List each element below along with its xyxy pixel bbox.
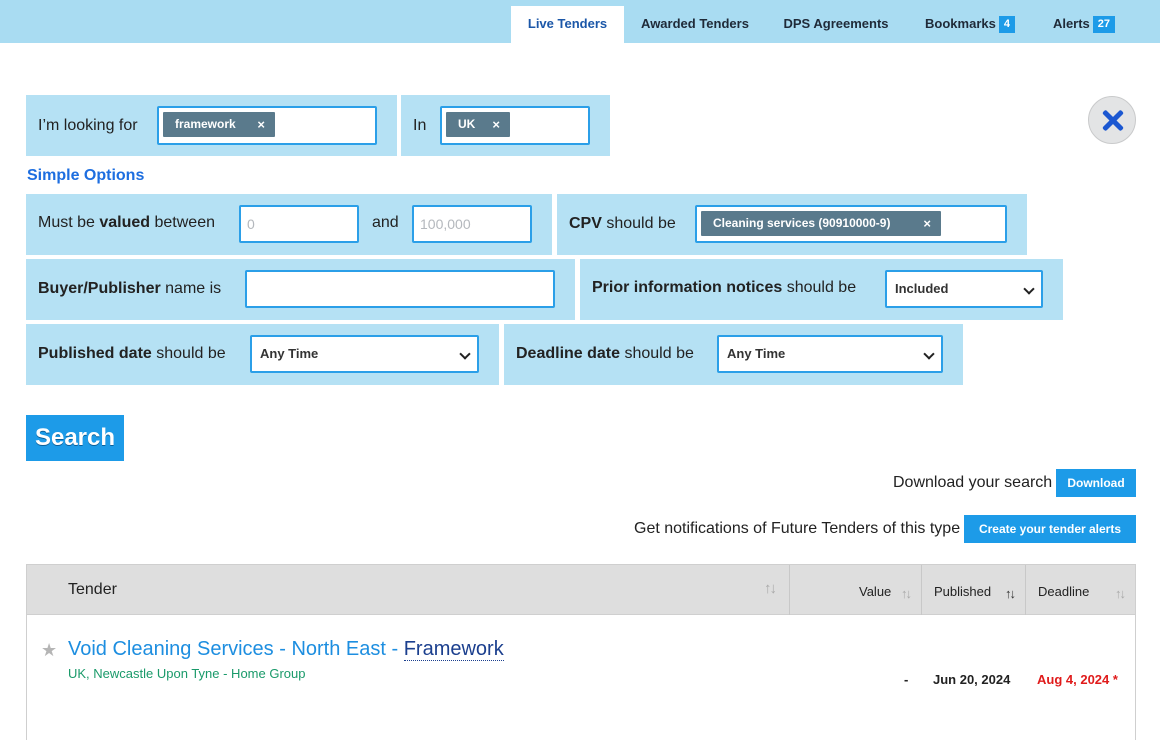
tender-subtitle: UK, Newcastle Upon Tyne - Home Group — [68, 666, 306, 681]
value-filter-panel: Must be valued between 0 and 100,000 — [26, 194, 552, 255]
label-bold: Prior information notices — [592, 279, 783, 296]
label-text: Must be — [38, 214, 100, 231]
tender-published: Jun 20, 2024 — [933, 672, 1011, 687]
tender-title-link[interactable]: Void Cleaning Services - North East - Fr… — [68, 638, 504, 661]
keyword-chip-label: framework — [175, 117, 236, 131]
published-date-select[interactable]: Any Time — [250, 335, 479, 373]
deadline-date-select[interactable]: Any Time — [717, 335, 943, 373]
tender-deadline: Aug 4, 2024 * — [1037, 672, 1118, 687]
bookmarks-count-badge: 4 — [998, 16, 1015, 33]
tab-label: Live Tenders — [527, 16, 608, 31]
published-date-value: Any Time — [260, 346, 319, 361]
label-bold: Deadline date — [516, 345, 621, 362]
label-text: between — [150, 214, 215, 231]
max-value-placeholder: 100,000 — [420, 216, 471, 232]
tab-label: Bookmarks — [925, 16, 996, 31]
alerts-cta-text: Get notifications of Future Tenders of t… — [634, 520, 961, 537]
remove-chip-icon[interactable]: × — [257, 112, 265, 137]
column-label: Published — [934, 584, 992, 599]
tab-label: Awarded Tenders — [641, 16, 749, 31]
column-header-tender[interactable]: Tender ↑↓ — [27, 565, 789, 615]
keyword-input[interactable]: framework × — [157, 106, 377, 145]
value-filter-label: Must be valued between — [38, 214, 215, 232]
prior-notices-panel: Prior information notices should be Incl… — [580, 259, 1063, 320]
tender-value: - — [904, 672, 909, 687]
download-text: Download your search — [893, 474, 1053, 491]
tab-label: DPS Agreements — [783, 16, 889, 31]
min-value-input[interactable]: 0 — [239, 205, 359, 243]
create-alerts-button[interactable]: Create your tender alerts — [964, 515, 1136, 543]
buyer-filter-label: Buyer/Publisher name is — [38, 280, 221, 298]
remove-chip-icon[interactable]: × — [923, 211, 931, 236]
tab-bookmarks[interactable]: Bookmarks 4 — [910, 6, 1030, 43]
tab-dps-agreements[interactable]: DPS Agreements — [766, 6, 906, 43]
column-label: Tender — [68, 581, 117, 598]
looking-for-label: I’m looking for — [38, 117, 138, 134]
top-nav: Live Tenders Awarded Tenders DPS Agreeme… — [0, 0, 1160, 43]
label-text: should be — [620, 345, 694, 362]
tender-title-text: Void Cleaning Services - North East - — [68, 638, 404, 660]
prior-notices-value: Included — [895, 281, 949, 296]
deadline-date-value: Any Time — [727, 346, 786, 361]
sort-icon: ↑↓ — [764, 580, 777, 597]
sort-icon: ↑↓ — [1115, 586, 1126, 601]
keyword-panel: I’m looking for framework × — [26, 95, 397, 156]
label-text: name is — [160, 280, 222, 297]
tab-alerts[interactable]: Alerts 27 — [1036, 6, 1132, 43]
location-input[interactable]: UK × — [440, 106, 590, 145]
published-filter-label: Published date should be — [38, 345, 226, 363]
location-chip-label: UK — [458, 117, 476, 131]
column-header-published[interactable]: Published ↑↓ — [921, 565, 1025, 615]
deadline-filter-panel: Deadline date should be Any Time — [504, 324, 963, 385]
table-header: Tender ↑↓ Value ↑↓ Published ↑↓ Deadline… — [27, 565, 1135, 615]
chevron-down-icon — [1023, 283, 1035, 295]
min-value-placeholder: 0 — [247, 216, 255, 232]
in-label: In — [413, 117, 427, 134]
location-panel: In UK × — [401, 95, 610, 156]
cpv-chip: Cleaning services (90910000-9) × — [701, 211, 941, 236]
prior-notices-label: Prior information notices should be — [592, 279, 856, 297]
star-icon[interactable]: ★ — [41, 640, 57, 661]
search-button[interactable]: Search — [26, 415, 124, 461]
column-label: Value — [859, 584, 892, 599]
column-label: Deadline — [1038, 584, 1090, 599]
column-header-deadline[interactable]: Deadline ↑↓ — [1025, 565, 1135, 615]
buyer-filter-panel: Buyer/Publisher name is — [26, 259, 575, 320]
cpv-input[interactable]: Cleaning services (90910000-9) × — [695, 205, 1007, 243]
and-label: and — [372, 214, 399, 231]
label-bold: CPV — [569, 215, 602, 232]
close-icon[interactable] — [1088, 96, 1136, 144]
prior-notices-select[interactable]: Included — [885, 270, 1043, 308]
cpv-chip-label: Cleaning services (90910000-9) — [713, 216, 891, 230]
label-text: should be — [151, 345, 226, 362]
cpv-filter-panel: CPV should be Cleaning services (9091000… — [557, 194, 1027, 255]
label-text: should be — [782, 279, 857, 296]
max-value-input[interactable]: 100,000 — [412, 205, 532, 243]
results-table: Tender ↑↓ Value ↑↓ Published ↑↓ Deadline… — [26, 564, 1136, 740]
keyword-chip: framework × — [163, 112, 275, 137]
location-chip: UK × — [446, 112, 510, 137]
label-bold: Published date — [38, 345, 152, 362]
label-bold: valued — [99, 214, 151, 231]
simple-options-link[interactable]: Simple Options — [27, 167, 144, 185]
tab-live-tenders[interactable]: Live Tenders — [511, 6, 624, 43]
label-text: should be — [601, 215, 676, 232]
cpv-filter-label: CPV should be — [569, 215, 676, 233]
chevron-down-icon — [459, 348, 471, 360]
sort-icon: ↑↓ — [1005, 586, 1016, 601]
buyer-name-input[interactable] — [245, 270, 555, 308]
published-filter-panel: Published date should be Any Time — [26, 324, 499, 385]
chevron-down-icon — [923, 348, 935, 360]
download-button[interactable]: Download — [1056, 469, 1136, 497]
tab-label: Alerts — [1052, 16, 1090, 31]
label-bold: Buyer/Publisher — [38, 280, 161, 297]
alerts-count-badge: 27 — [1092, 16, 1116, 33]
remove-chip-icon[interactable]: × — [492, 112, 500, 137]
tab-awarded-tenders[interactable]: Awarded Tenders — [628, 6, 762, 43]
sort-icon: ↑↓ — [901, 586, 912, 601]
deadline-filter-label: Deadline date should be — [516, 345, 694, 363]
tender-type-tag[interactable]: Framework — [403, 638, 504, 661]
column-header-value[interactable]: Value ↑↓ — [789, 565, 921, 615]
